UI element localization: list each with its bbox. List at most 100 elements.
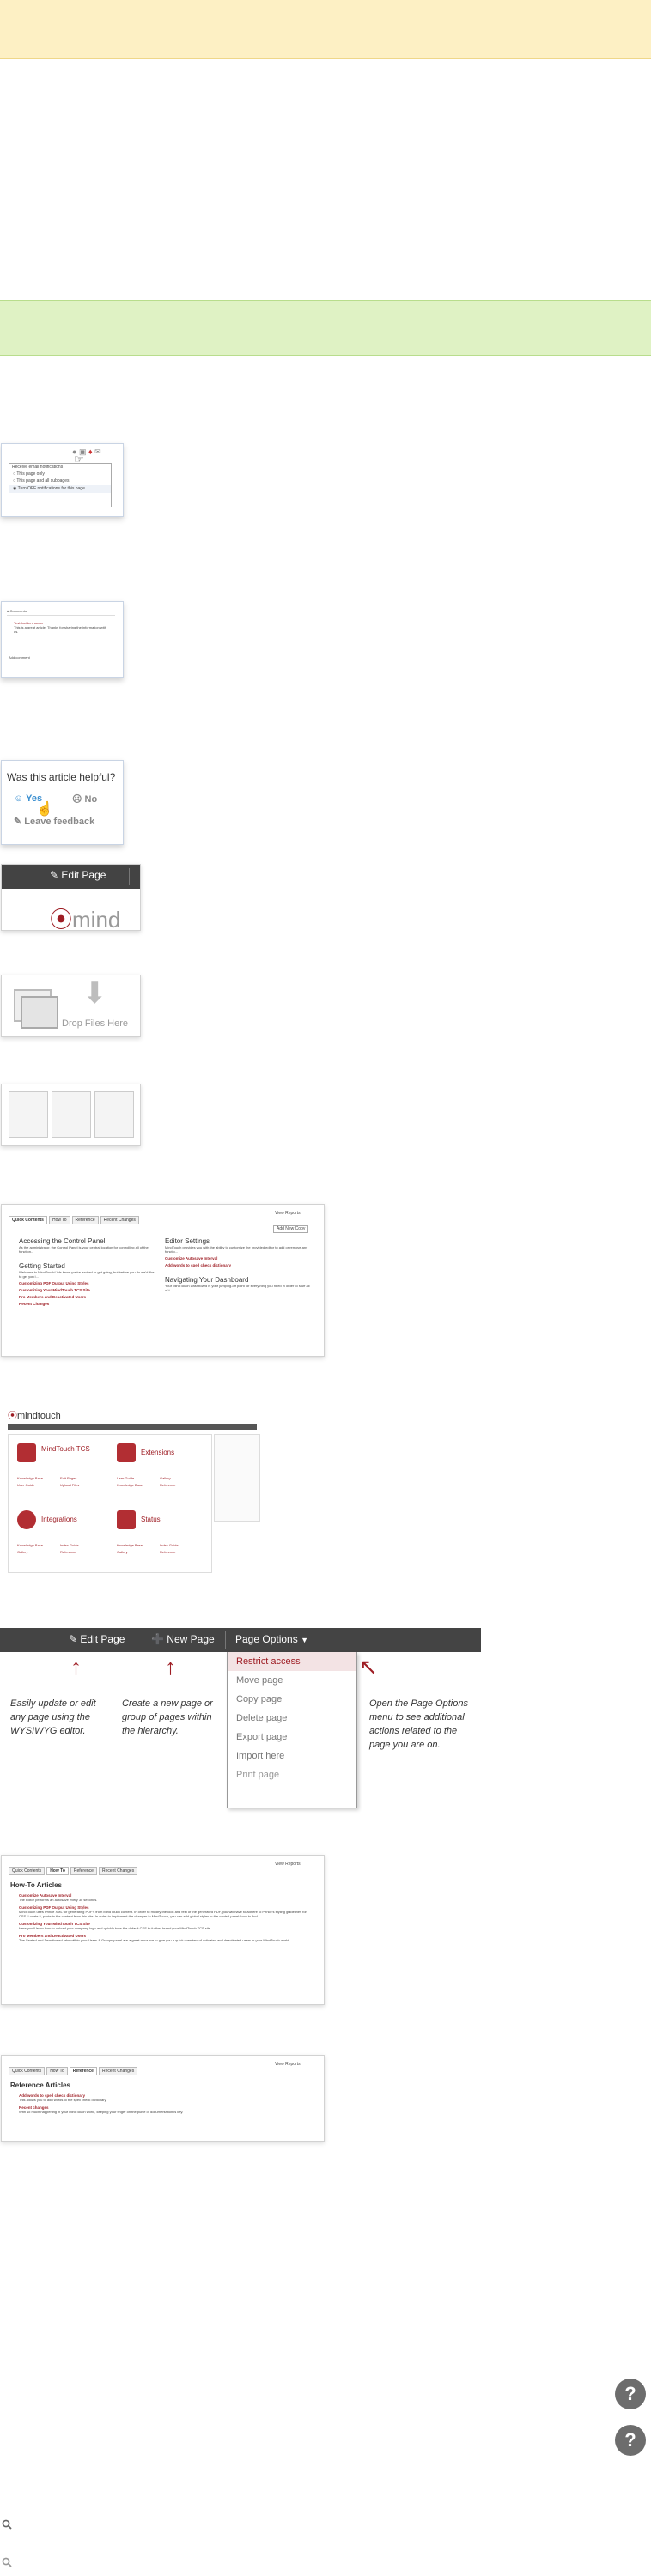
edit-page-button[interactable]: ✎ Edit Page: [50, 869, 106, 881]
menu-item-delete-page[interactable]: Delete page: [228, 1709, 356, 1728]
tile-link[interactable]: User Guide: [117, 1476, 134, 1480]
tile-link[interactable]: Gallery: [17, 1550, 28, 1554]
tile-link[interactable]: User Guide: [17, 1483, 34, 1487]
tile-link[interactable]: Reference: [160, 1550, 175, 1554]
dashboard-thumbnail[interactable]: ⦿mindtouch MindTouch TCS Knowledge Base …: [1, 1408, 264, 1578]
option-this-page[interactable]: ○ This page only: [9, 471, 111, 477]
help-icon[interactable]: ?: [615, 2425, 646, 2456]
search-icon[interactable]: [2, 2556, 12, 2567]
feedback-thumbnail[interactable]: Was this article helpful? ☺ Yes ☝ ☹ No ✎…: [1, 760, 124, 845]
email-notifications-thumbnail[interactable]: ● ▣ ♦ ✉ ☞ Receive email notifications ○ …: [1, 443, 124, 517]
new-page-button[interactable]: ➕ New Page: [151, 1633, 215, 1645]
dashboard-tile[interactable]: MindTouch TCS Knowledge Base Edit Pages …: [12, 1438, 106, 1502]
control-panel-thumbnail[interactable]: Quick Contents How To Reference Recent Chan…: [1, 1204, 325, 1357]
tab-how-to[interactable]: How To: [46, 1867, 69, 1875]
tile-link[interactable]: Knowledge Base: [117, 1543, 143, 1547]
menu-item-restrict-access[interactable]: Restrict access: [228, 1652, 356, 1671]
cp-link[interactable]: Recent Changes: [19, 1302, 156, 1306]
tile-link[interactable]: Gallery: [117, 1550, 128, 1554]
tile-link[interactable]: Knowledge Base: [17, 1543, 43, 1547]
page-options-button[interactable]: Page Options ▼: [235, 1633, 308, 1645]
option-turn-off[interactable]: ◉ Turn OFF notifications for this page: [9, 485, 111, 493]
comment-entry: Test-Incident owner This is a great arti…: [14, 621, 108, 634]
add-comment-link[interactable]: Add comment: [9, 655, 30, 659]
cp-text: Welcome to MindTouch! We know you're exc…: [19, 1270, 155, 1279]
reference-panel-thumbnail[interactable]: Quick Contents How To Reference Recent Chan…: [1, 2055, 325, 2142]
menu-item-import-here[interactable]: Import here: [228, 1747, 356, 1765]
tile-link[interactable]: Reference: [60, 1550, 76, 1554]
comments-thumbnail[interactable]: ■ Comments Test-Incident owner This is a…: [1, 601, 124, 678]
leave-feedback-link[interactable]: ✎ Leave feedback: [14, 816, 94, 827]
tile-title: MindTouch TCS: [41, 1445, 90, 1453]
help-icon[interactable]: ?: [615, 2379, 646, 2409]
tab-how-to[interactable]: How To: [46, 2067, 68, 2075]
comment-icon: ■: [7, 609, 9, 613]
tile-link[interactable]: Reference: [160, 1483, 175, 1487]
howto-panel-thumbnail[interactable]: Quick Contents How To Reference Recent Chan…: [1, 1855, 325, 2005]
callout-edit-text: Easily update or edit any page using the…: [10, 1698, 96, 1736]
menu-item-move-page[interactable]: Move page: [228, 1671, 356, 1690]
tile-link[interactable]: Upload Files: [60, 1483, 79, 1487]
howto-desc: The editor performs an autosave every 30…: [19, 1898, 98, 1902]
tab-reference[interactable]: Reference: [71, 1216, 99, 1224]
mindtouch-logo: ⦿mind: [50, 907, 121, 931]
cp-text: As the administrator, the Control Panel …: [19, 1245, 149, 1254]
tab-recent-changes[interactable]: Recent Changes: [100, 1216, 139, 1224]
feedback-icon: ✎: [14, 817, 22, 827]
tile-link[interactable]: Index Guide: [60, 1543, 79, 1547]
cp-link[interactable]: Customize Autosave Interval: [165, 1256, 311, 1261]
search-icon[interactable]: [2, 2518, 12, 2530]
tile-link[interactable]: Knowledge Base: [17, 1476, 43, 1480]
menu-item-export-page[interactable]: Export page: [228, 1728, 356, 1747]
tab-how-to[interactable]: How To: [48, 1216, 70, 1224]
callout-new-text: Create a new page or group of pages with…: [122, 1698, 213, 1736]
drop-files-thumbnail[interactable]: ⬇ Drop Files Here: [1, 975, 141, 1037]
cp-link[interactable]: Add words to spell check dictionary: [165, 1263, 311, 1267]
dashboard-nav-bar: [8, 1424, 257, 1430]
edit-page-button[interactable]: ✎ Edit Page: [69, 1633, 125, 1645]
howto-desc: Here you'll learn how to upload your com…: [19, 1926, 212, 1930]
view-reports-button[interactable]: View Reports: [275, 2063, 301, 2067]
dashboard-grid: MindTouch TCS Knowledge Base Edit Pages …: [8, 1434, 212, 1573]
file-thumbnails[interactable]: [1, 1084, 141, 1146]
comments-header: ■ Comments: [7, 609, 115, 616]
cp-tabs: Quick Contents How To Reference Recent Chan…: [9, 1210, 141, 1225]
cp-left-column: Accessing the Control Panel As the admin…: [19, 1237, 156, 1306]
option-subpages[interactable]: ○ This page and all subpages: [9, 477, 111, 485]
cp-text: MindTouch provides you with the ability …: [165, 1245, 308, 1254]
tile-link[interactable]: Edit Pages: [60, 1476, 76, 1480]
dashboard-tile[interactable]: Status Knowledge Base Index Guide Galler…: [112, 1505, 206, 1569]
cp-right-column: Editor Settings MindTouch provides you w…: [165, 1237, 311, 1292]
cp-heading: Navigating Your Dashboard: [165, 1276, 249, 1284]
cp-heading: Getting Started: [19, 1262, 65, 1270]
no-button[interactable]: ☹ No: [72, 793, 97, 805]
tab-recent-changes[interactable]: Recent Changes: [98, 1867, 138, 1875]
tab-quick-contents[interactable]: Quick Contents: [9, 1867, 46, 1875]
reference-list: Add words to spell check dictionary This…: [19, 2093, 315, 2114]
tab-reference[interactable]: Reference: [69, 2067, 97, 2075]
add-new-copy-button[interactable]: Add New Copy: [273, 1225, 309, 1233]
howto-list: Customize Autosave Interval The editor p…: [19, 1893, 315, 1942]
tab-recent-changes[interactable]: Recent Changes: [98, 2067, 138, 2075]
dashboard-tile[interactable]: Integrations Knowledge Base Index Guide …: [12, 1505, 106, 1569]
dashboard-logo: ⦿mindtouch: [8, 1411, 61, 1421]
cp-link[interactable]: Pro Members and Deactivated Users: [19, 1295, 156, 1299]
tab-quick-contents[interactable]: Quick Contents: [9, 2067, 46, 2075]
view-reports-button[interactable]: View Reports: [275, 1862, 301, 1867]
view-reports-button[interactable]: View Reports: [275, 1212, 301, 1216]
menu-item-copy-page[interactable]: Copy page: [228, 1690, 356, 1709]
frown-icon: ☹: [72, 794, 82, 805]
tile-link[interactable]: Index Guide: [160, 1543, 179, 1547]
image-file-icon: [52, 1091, 91, 1138]
cp-link[interactable]: Customizing PDF Output Using Styles: [19, 1281, 156, 1285]
edit-page-crop[interactable]: ✎ Edit Page ⦿mind: [1, 864, 141, 931]
cp-link[interactable]: Customizing Your MindTouch TCS Site: [19, 1288, 156, 1292]
edit-icon: ✎: [50, 869, 59, 881]
tile-link[interactable]: Gallery: [160, 1476, 171, 1480]
tab-quick-contents[interactable]: Quick Contents: [9, 1216, 47, 1224]
tab-reference[interactable]: Reference: [70, 1867, 97, 1875]
dashboard-tile[interactable]: Extensions User Guide Gallery Knowledge …: [112, 1438, 206, 1502]
menu-item-print-page[interactable]: Print page: [228, 1765, 356, 1784]
tile-link[interactable]: Knowledge Base: [117, 1483, 143, 1487]
drop-files-label: Drop Files Here: [62, 1018, 129, 1029]
